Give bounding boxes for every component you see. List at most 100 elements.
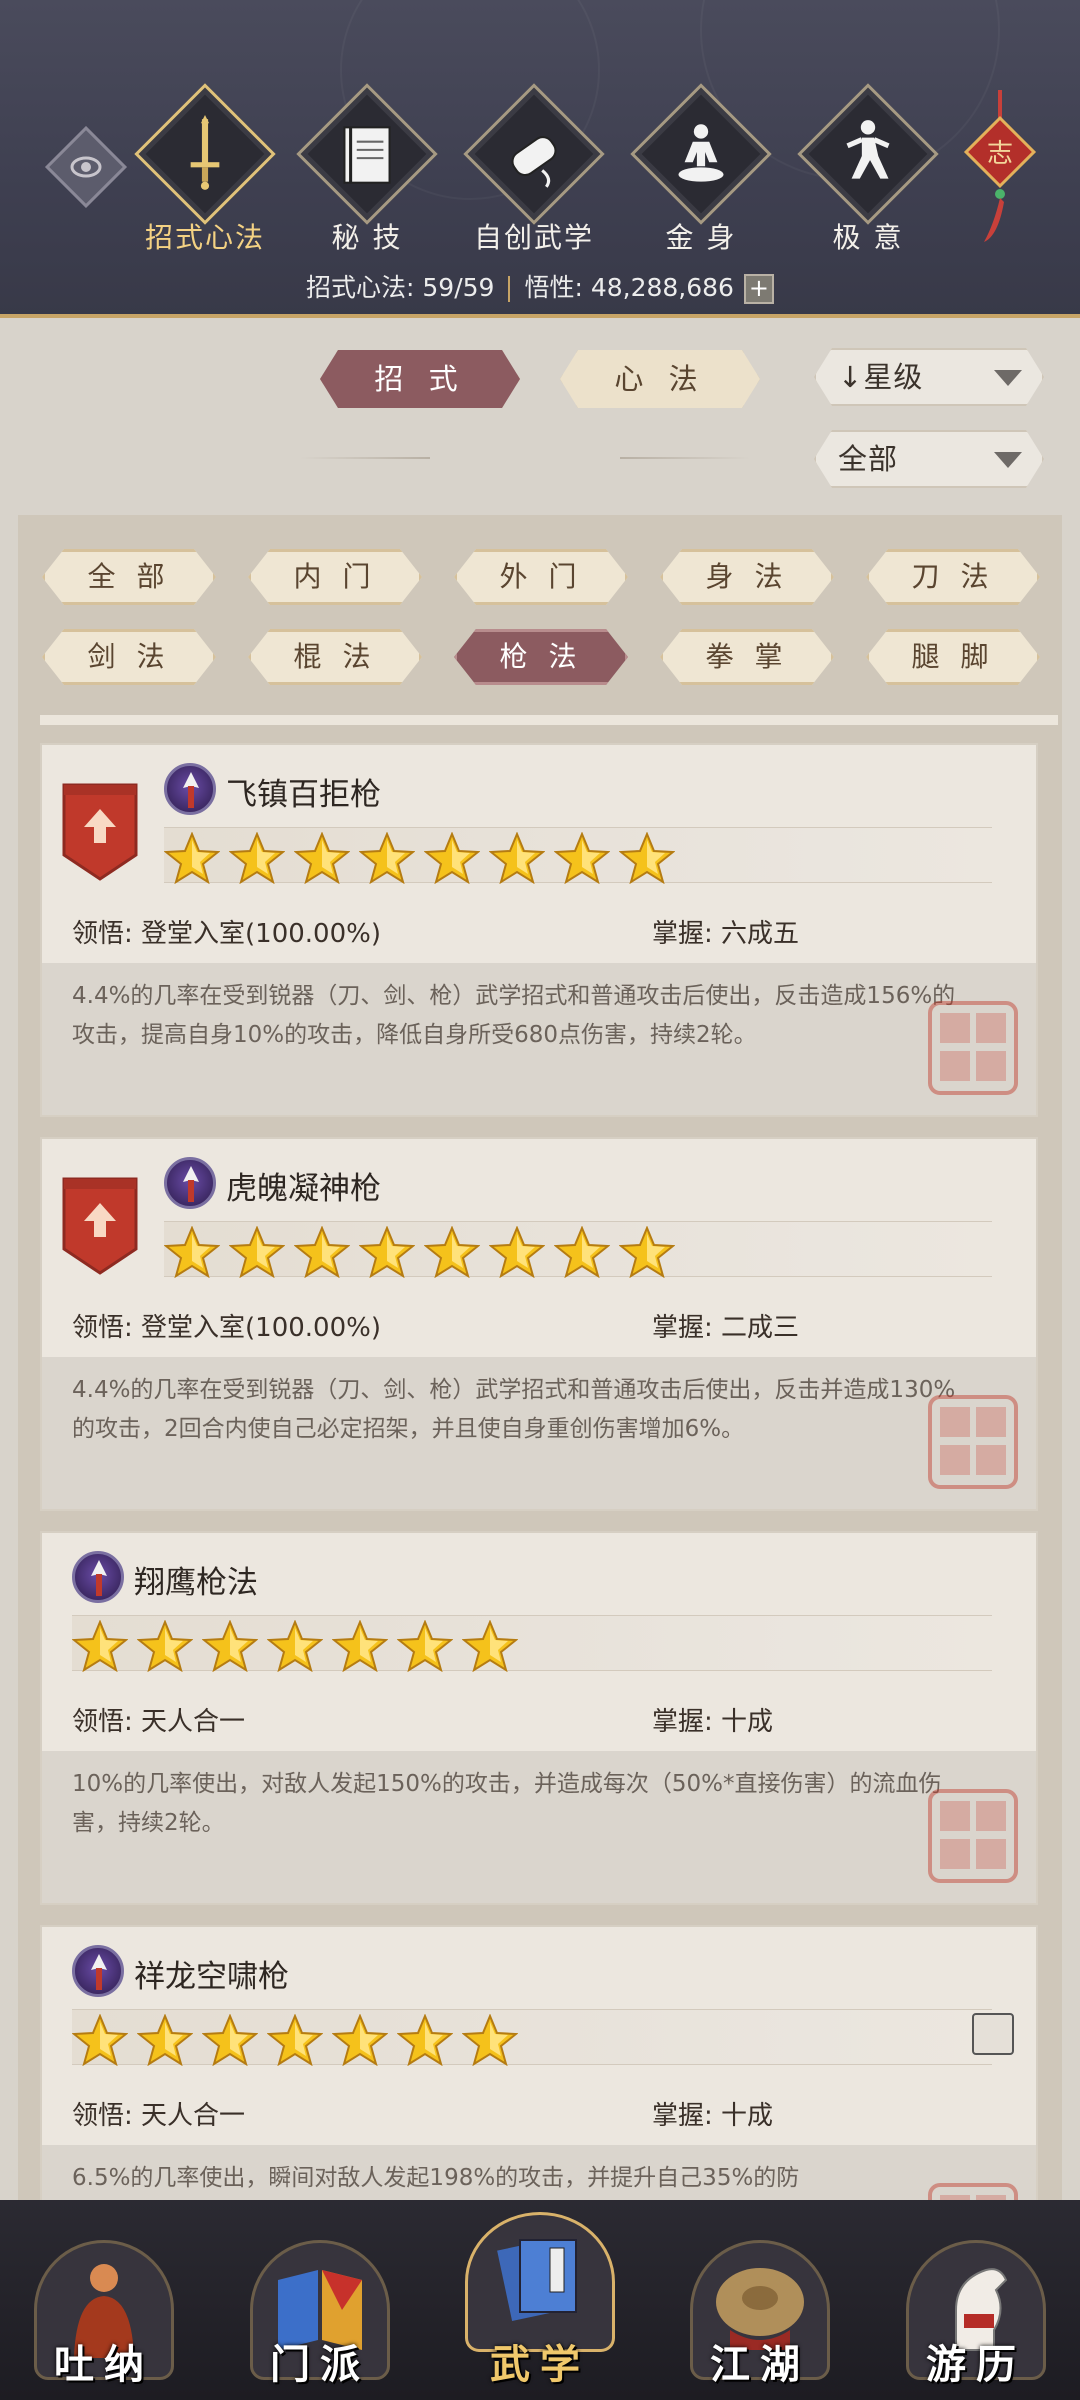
filter-inner[interactable]: 内 门 bbox=[248, 549, 422, 605]
star-icon bbox=[461, 1619, 519, 1676]
nav-jianghu[interactable]: 江湖 bbox=[690, 2240, 830, 2390]
star-icon bbox=[71, 2013, 129, 2070]
skill-description-box: 4.4%的几率在受到锐器（刀、剑、枪）武学招式和普通攻击后使出，反击造成156%… bbox=[42, 963, 1036, 1115]
insight-text: 悟性: 48,288,686 bbox=[524, 273, 734, 302]
star-icon bbox=[136, 1619, 194, 1676]
eye-toggle-button[interactable] bbox=[44, 125, 128, 209]
skill-description-box: 10%的几率使出，对敌人发起150%的攻击，并造成每次（50%*直接伤害）的流血… bbox=[42, 1751, 1036, 1903]
star-icon bbox=[201, 1619, 259, 1676]
chevron-down-icon bbox=[994, 452, 1022, 468]
skill-name: 飞镇百拒枪 bbox=[226, 777, 381, 813]
category-tab-self-created[interactable]: 自创武学 bbox=[463, 83, 605, 256]
skill-card[interactable]: 翔鹰枪法 领悟: 天人合一 掌握: 十成 10%的几率使出，对敌人发起150%的攻击，… bbox=[40, 1531, 1038, 1905]
filter-label: 棍 法 bbox=[293, 640, 377, 673]
nav-label: 游历 bbox=[926, 2342, 1026, 2388]
martial-book-icon bbox=[497, 2238, 577, 2322]
tab-moves[interactable]: 招 式 bbox=[320, 350, 520, 408]
skill-type-orb-icon bbox=[72, 1551, 124, 1603]
comprehension-text: 领悟: 天人合一 bbox=[72, 2101, 246, 2131]
category-tab-golden-body[interactable]: 金 身 bbox=[630, 83, 772, 256]
category-tab-secret[interactable]: 秘 技 bbox=[296, 83, 438, 256]
star-icon bbox=[201, 2013, 259, 2070]
skill-list[interactable]: 飞镇百拒枪 领悟: 登堂入室(100.00%) 掌握: 六成五 4.4%的几率在受到锐… bbox=[18, 715, 1062, 2207]
nav-label: 武学 bbox=[490, 2342, 590, 2388]
skill-description-box: 6.5%的几率使出，瞬间对敌人发起198%的攻击，并提升自己35%的防 bbox=[42, 2145, 1036, 2207]
filter-label: 枪 法 bbox=[499, 640, 583, 673]
nav-label: 江湖 bbox=[710, 2342, 810, 2388]
skill-card[interactable]: 虎魄凝神枪 领悟: 登堂入室(100.00%) 掌握: 二成三 4.4%的几率在受到锐… bbox=[40, 1137, 1038, 1511]
star-icon bbox=[358, 831, 416, 888]
star-icon bbox=[423, 831, 481, 888]
star-icon bbox=[488, 831, 546, 888]
skill-card[interactable]: 飞镇百拒枪 领悟: 登堂入室(100.00%) 掌握: 六成五 4.4%的几率在受到锐… bbox=[40, 743, 1038, 1117]
filter-outer[interactable]: 外 门 bbox=[454, 549, 628, 605]
skill-card[interactable]: 祥龙空啸枪 领悟: 天人合一 掌握: 十成 6.5%的几率使出，瞬间对敌人发起198%… bbox=[40, 1925, 1038, 2207]
nav-label: 吐纳 bbox=[54, 2342, 154, 2388]
type-filter-label: 全部 bbox=[838, 442, 899, 476]
nav-sect[interactable]: 门派 bbox=[250, 2240, 390, 2390]
skill-name: 祥龙空啸枪 bbox=[134, 1959, 289, 1995]
upgrade-banner-icon[interactable] bbox=[60, 781, 140, 881]
skill-type-orb-icon bbox=[164, 763, 216, 815]
star-icon bbox=[331, 2013, 389, 2070]
chinese-knot-icon[interactable]: 志 bbox=[960, 90, 1040, 250]
category-tab-moves-mind[interactable]: 招式心法 bbox=[134, 83, 276, 256]
upgrade-banner-icon[interactable] bbox=[60, 1175, 140, 1275]
star-icon bbox=[331, 1619, 389, 1676]
filter-movement[interactable]: 身 法 bbox=[660, 549, 834, 605]
sort-label: 星级 bbox=[863, 360, 924, 394]
scroll-icon bbox=[511, 136, 557, 188]
category-tab-ultimate[interactable]: 极 意 bbox=[797, 83, 939, 256]
star-rating bbox=[71, 1615, 992, 1673]
sword-icon bbox=[190, 115, 220, 190]
comprehension-text: 领悟: 登堂入室(100.00%) bbox=[72, 1313, 381, 1343]
tab-mind-label: 心 法 bbox=[614, 362, 706, 396]
filter-spear[interactable]: 枪 法 bbox=[454, 629, 628, 685]
type-filter-dropdown[interactable]: 全部 bbox=[814, 430, 1044, 488]
skill-type-orb-icon bbox=[72, 1945, 124, 1997]
filter-sword[interactable]: 剑 法 bbox=[42, 629, 216, 685]
decorative-line bbox=[300, 457, 430, 459]
edit-skill-icon[interactable] bbox=[972, 2013, 1014, 2055]
star-icon bbox=[136, 2013, 194, 2070]
star-icon bbox=[423, 1225, 481, 1282]
star-icon bbox=[461, 2013, 519, 2070]
star-icon bbox=[618, 1225, 676, 1282]
filter-label: 拳 掌 bbox=[705, 640, 789, 673]
knot-text: 志 bbox=[987, 139, 1013, 169]
star-rating bbox=[163, 827, 992, 885]
book-icon bbox=[343, 126, 391, 184]
martial-pose-icon bbox=[846, 120, 890, 179]
filter-label: 身 法 bbox=[705, 560, 789, 593]
star-icon bbox=[553, 1225, 611, 1282]
filter-blade[interactable]: 刀 法 bbox=[866, 549, 1040, 605]
nav-travel[interactable]: 游历 bbox=[906, 2240, 1046, 2390]
comprehension-text: 领悟: 天人合一 bbox=[72, 1707, 246, 1737]
star-icon bbox=[396, 1619, 454, 1676]
filter-leg[interactable]: 腿 脚 bbox=[866, 629, 1040, 685]
nav-breathing[interactable]: 吐纳 bbox=[34, 2240, 174, 2390]
filter-label: 全 部 bbox=[87, 560, 171, 593]
eye-icon bbox=[70, 156, 102, 178]
star-icon bbox=[553, 831, 611, 888]
meditation-icon bbox=[678, 124, 724, 182]
star-rating bbox=[163, 1221, 992, 1279]
add-insight-button[interactable]: + bbox=[743, 274, 774, 304]
filter-label: 剑 法 bbox=[87, 640, 171, 673]
star-icon bbox=[618, 831, 676, 888]
star-icon bbox=[293, 1225, 351, 1282]
filter-staff[interactable]: 棍 法 bbox=[248, 629, 422, 685]
filter-fist[interactable]: 拳 掌 bbox=[660, 629, 834, 685]
skill-description: 10%的几率使出，对敌人发起150%的攻击，并造成每次（50%*直接伤害）的流血… bbox=[72, 1771, 942, 1836]
filter-all[interactable]: 全 部 bbox=[42, 549, 216, 605]
skill-description: 4.4%的几率在受到锐器（刀、剑、枪）武学招式和普通攻击后使出，反击造成156%… bbox=[72, 983, 956, 1048]
tab-mind[interactable]: 心 法 bbox=[560, 350, 760, 408]
nav-martial-arts[interactable]: 武学 bbox=[465, 2212, 615, 2390]
list-top-edge bbox=[40, 715, 1058, 725]
stats-bar: 招式心法: 59/59 悟性: 48,288,686 + bbox=[0, 268, 1080, 304]
star-rating bbox=[71, 2009, 992, 2067]
sort-dropdown[interactable]: ↓星级 bbox=[814, 348, 1044, 406]
chevron-down-icon bbox=[994, 370, 1022, 386]
skill-description-box: 4.4%的几率在受到锐器（刀、剑、枪）武学招式和普通攻击后使出，反击并造成130… bbox=[42, 1357, 1036, 1509]
filter-label: 刀 法 bbox=[911, 560, 995, 593]
